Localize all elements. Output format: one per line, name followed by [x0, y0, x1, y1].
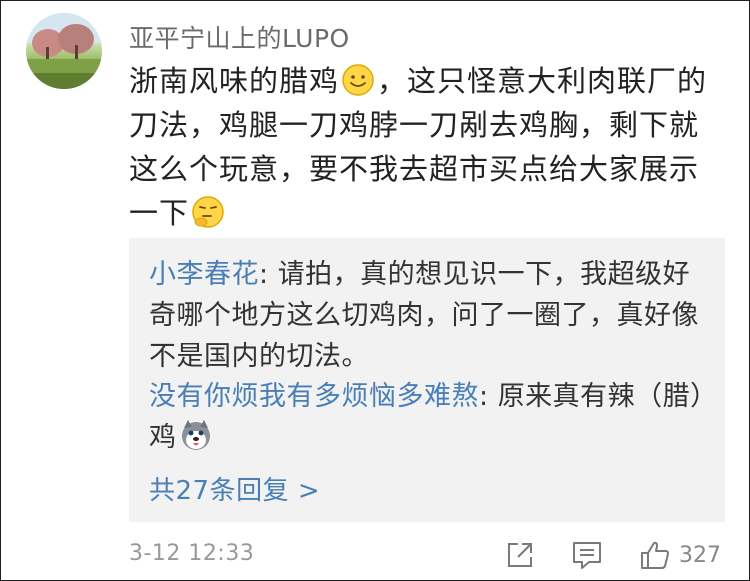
comment-card: 亚平宁山上的LUPO 浙南风味的腊鸡 ，这只怪意大利肉联厂的刀法，鸡腿一刀鸡脖一… [0, 0, 750, 581]
thumbs-up-icon [641, 541, 669, 569]
avatar[interactable] [26, 13, 102, 89]
replies-panel: 小李春花: 请拍，真的想见识一下，我超级好奇哪个地方这么切鸡肉，问了一圈了，真好… [129, 238, 725, 522]
view-all-replies-link[interactable]: 共27条回复 > [149, 470, 320, 507]
reply-username[interactable]: 没有你烦我有多烦恼多难熬 [149, 381, 479, 412]
comment-icon [573, 542, 601, 569]
share-icon [508, 543, 532, 567]
smile-emoji-icon [341, 63, 375, 97]
like-count: 327 [679, 542, 721, 568]
share-button[interactable] [505, 538, 535, 572]
comment-text-part1: 浙南风味的腊鸡 [129, 64, 340, 98]
comment-username[interactable]: 亚平宁山上的LUPO [129, 19, 350, 55]
thinking-emoji-icon [191, 195, 225, 229]
reply-username[interactable]: 小李春花 [149, 259, 259, 290]
reply-item: 没有你烦我有多烦恼多难熬: 原来真有辣（腊）鸡 [149, 376, 709, 458]
reply-item: 小李春花: 请拍，真的想见识一下，我超级好奇哪个地方这么切鸡肉，问了一圈了，真好… [149, 254, 709, 377]
reply-separator: : [479, 381, 498, 412]
reply-separator: : [259, 259, 278, 290]
comment-text: 浙南风味的腊鸡 ，这只怪意大利肉联厂的刀法，鸡腿一刀鸡脖一刀剐去鸡胸，剩下就这么… [129, 59, 725, 235]
comment-timestamp: 3-12 12:33 [129, 541, 255, 566]
husky-emoji-icon [179, 418, 213, 452]
like-button[interactable]: 327 [639, 538, 721, 572]
comment-button[interactable] [571, 538, 603, 572]
